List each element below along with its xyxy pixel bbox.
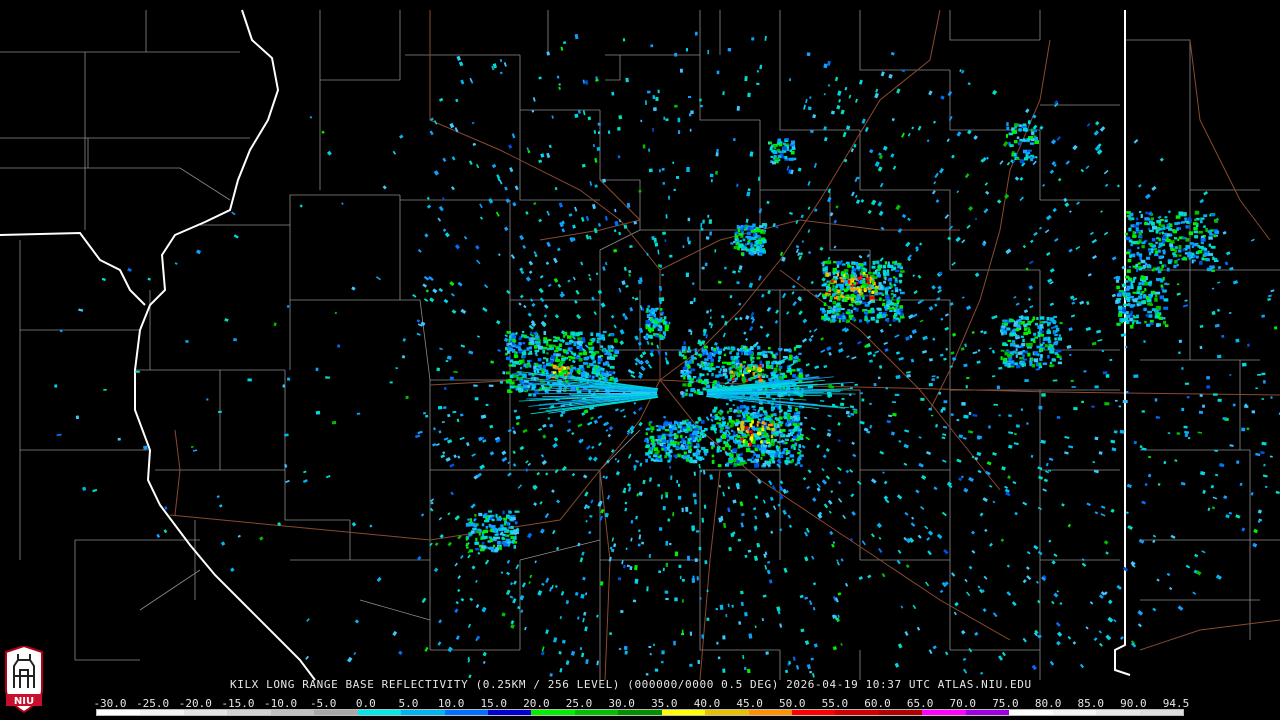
reflectivity-scale-labels: -30.0 -25.0 -20.0 -15.0 -10.0 -5.0 0.0 5.0 10.0 1… xyxy=(0,697,1280,710)
color-bar-segment xyxy=(1139,710,1183,715)
niu-logo-text: NIU xyxy=(14,696,34,707)
color-bar-segment xyxy=(618,710,662,715)
color-bar-segment xyxy=(227,710,271,715)
color-bar-segment xyxy=(922,710,966,715)
color-bar-segment xyxy=(748,710,792,715)
radar-site-marker xyxy=(680,391,684,395)
color-bar-segment xyxy=(835,710,879,715)
color-bar-segment xyxy=(357,710,402,715)
color-bar-segment xyxy=(140,710,184,715)
niu-logo: NIU xyxy=(5,646,43,714)
color-bar-segment xyxy=(1052,710,1097,715)
color-bar-segment xyxy=(183,710,228,715)
map-background xyxy=(0,0,1280,720)
color-bar-segment xyxy=(531,710,575,715)
color-bar-segment xyxy=(487,710,532,715)
color-bar-segment xyxy=(97,710,141,715)
product-title: KILX LONG RANGE BASE REFLECTIVITY (0.25K… xyxy=(230,678,1032,691)
color-bar-segment xyxy=(270,710,315,715)
reflectivity-color-bar xyxy=(96,709,1184,716)
color-bar-segment xyxy=(1009,710,1053,715)
radar-map xyxy=(0,0,1280,720)
color-bar-segment xyxy=(401,710,445,715)
color-bar-segment xyxy=(661,710,706,715)
color-bar-segment xyxy=(878,710,923,715)
color-bar-segment xyxy=(1096,710,1140,715)
color-bar-segment xyxy=(792,710,836,715)
color-bar-segment xyxy=(444,710,488,715)
color-bar-segment xyxy=(314,710,358,715)
color-bar-segment xyxy=(705,710,749,715)
color-bar-segment xyxy=(574,710,619,715)
color-bar-segment xyxy=(965,710,1010,715)
